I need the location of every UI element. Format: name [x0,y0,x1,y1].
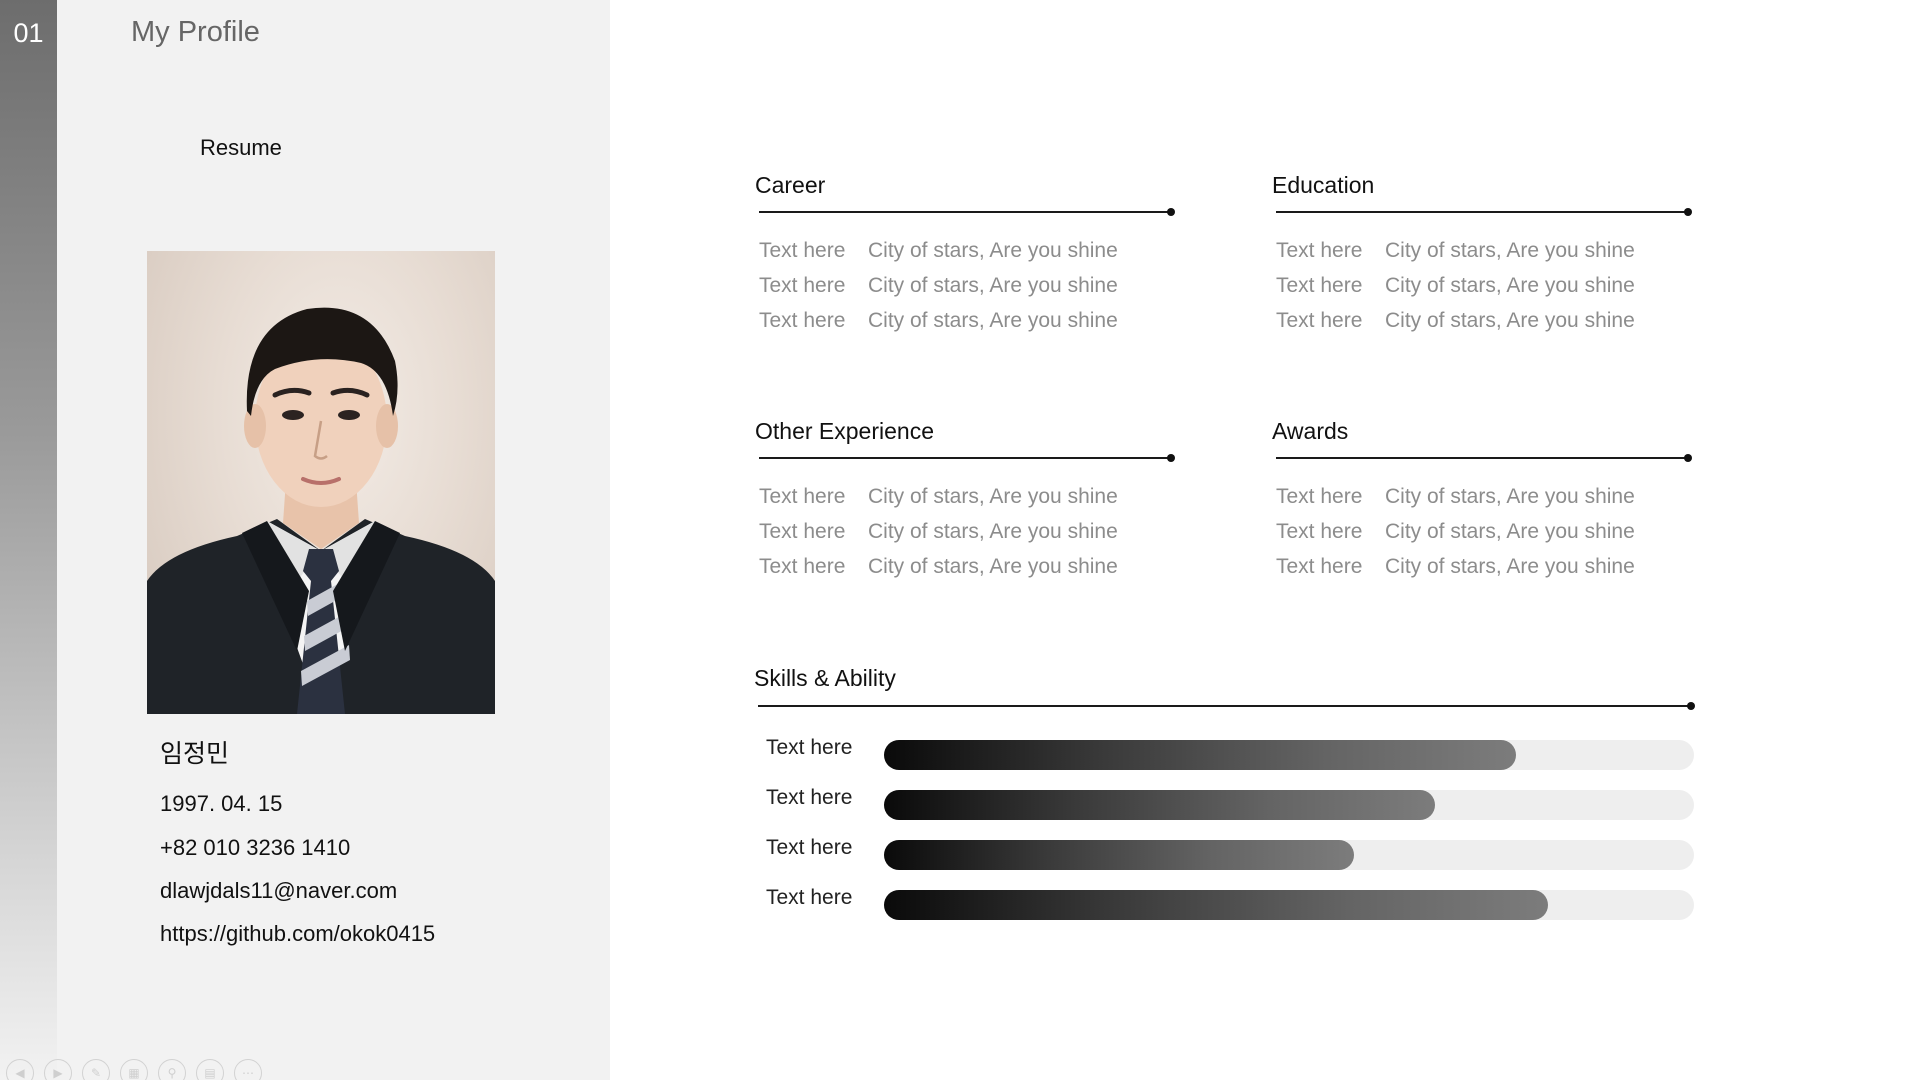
section-divider [758,702,1695,710]
item-label: Text here [759,555,846,578]
item-value: City of stars, Are you shine [1385,520,1635,543]
skill-track [884,840,1694,870]
slide-number: 01 [13,18,44,48]
skill-bar-row: Text here [760,886,1700,920]
resume-label: Resume [200,135,282,160]
item-label: Text here [1276,309,1363,332]
list-item: Text here City of stars, Are you shine [759,485,1118,509]
item-label: Text here [759,520,846,543]
item-value: City of stars, Are you shine [868,555,1118,578]
list-item: Text here City of stars, Are you shine [759,520,1118,544]
presenter-toolbar: ◀ ▶ ✎ ▦ ⚲ ▤ ⋯ [6,1059,262,1080]
skill-label: Text here [766,736,853,759]
list-item: Text here City of stars, Are you shine [759,274,1118,298]
item-value: City of stars, Are you shine [868,274,1118,297]
previous-icon[interactable]: ◀ [6,1059,34,1080]
section-title: Education [1272,172,1375,198]
item-label: Text here [1276,274,1363,297]
profile-email[interactable]: dlawjdals11@naver.com [160,878,397,904]
item-label: Text here [759,274,846,297]
next-icon[interactable]: ▶ [44,1059,72,1080]
item-value: City of stars, Are you shine [868,309,1118,332]
list-item: Text here City of stars, Are you shine [1276,274,1635,298]
skill-bar-row: Text here [760,736,1700,770]
section-divider [1276,454,1692,462]
subtitles-icon[interactable]: ▤ [196,1059,224,1080]
item-label: Text here [1276,485,1363,508]
skill-bar-row: Text here [760,786,1700,820]
profile-birthdate: 1997. 04. 15 [160,791,283,816]
slide-number-strip: 01 [0,0,57,1080]
section-title: Awards [1272,418,1349,444]
section-divider [759,454,1175,462]
item-label: Text here [759,239,846,262]
list-item: Text here City of stars, Are you shine [759,239,1118,263]
pen-icon[interactable]: ✎ [82,1059,110,1080]
section-title: Other Experience [755,418,934,444]
item-value: City of stars, Are you shine [1385,239,1635,262]
skill-fill [884,890,1549,920]
item-value: City of stars, Are you shine [868,239,1118,262]
zoom-icon[interactable]: ⚲ [158,1059,186,1080]
profile-name: 임정민 [160,739,230,768]
item-value: City of stars, Are you shine [868,520,1118,543]
item-label: Text here [1276,555,1363,578]
item-value: City of stars, Are you shine [1385,274,1635,297]
portrait-illustration [147,307,495,714]
skill-track [884,890,1694,920]
section-title: Skills & Ability [754,665,896,691]
item-value: City of stars, Are you shine [1385,555,1635,578]
section-divider [1276,208,1692,216]
skill-track [884,740,1694,770]
item-label: Text here [1276,239,1363,262]
item-label: Text here [759,485,846,508]
list-item: Text here City of stars, Are you shine [759,309,1118,333]
skill-label: Text here [766,786,853,809]
skill-bar-row: Text here [760,836,1700,870]
list-item: Text here City of stars, Are you shine [1276,555,1635,579]
skill-fill [884,790,1435,820]
item-label: Text here [759,309,846,332]
list-item: Text here City of stars, Are you shine [1276,485,1635,509]
slides-icon[interactable]: ▦ [120,1059,148,1080]
list-item: Text here City of stars, Are you shine [1276,309,1635,333]
item-value: City of stars, Are you shine [868,485,1118,508]
profile-github-link[interactable]: https://github.com/okok0415 [160,921,435,947]
item-value: City of stars, Are you shine [1385,309,1635,332]
skill-fill [884,840,1354,870]
skill-track [884,790,1694,820]
skill-label: Text here [766,886,853,909]
item-value: City of stars, Are you shine [1385,485,1635,508]
skill-label: Text here [766,836,853,859]
profile-photo [147,251,495,714]
section-title: Career [755,172,826,198]
more-icon[interactable]: ⋯ [234,1059,262,1080]
section-divider [759,208,1175,216]
list-item: Text here City of stars, Are you shine [1276,239,1635,263]
item-label: Text here [1276,520,1363,543]
skill-fill [884,740,1516,770]
page-title: My Profile [131,16,260,48]
list-item: Text here City of stars, Are you shine [1276,520,1635,544]
list-item: Text here City of stars, Are you shine [759,555,1118,579]
profile-phone: +82 010 3236 1410 [160,835,351,860]
